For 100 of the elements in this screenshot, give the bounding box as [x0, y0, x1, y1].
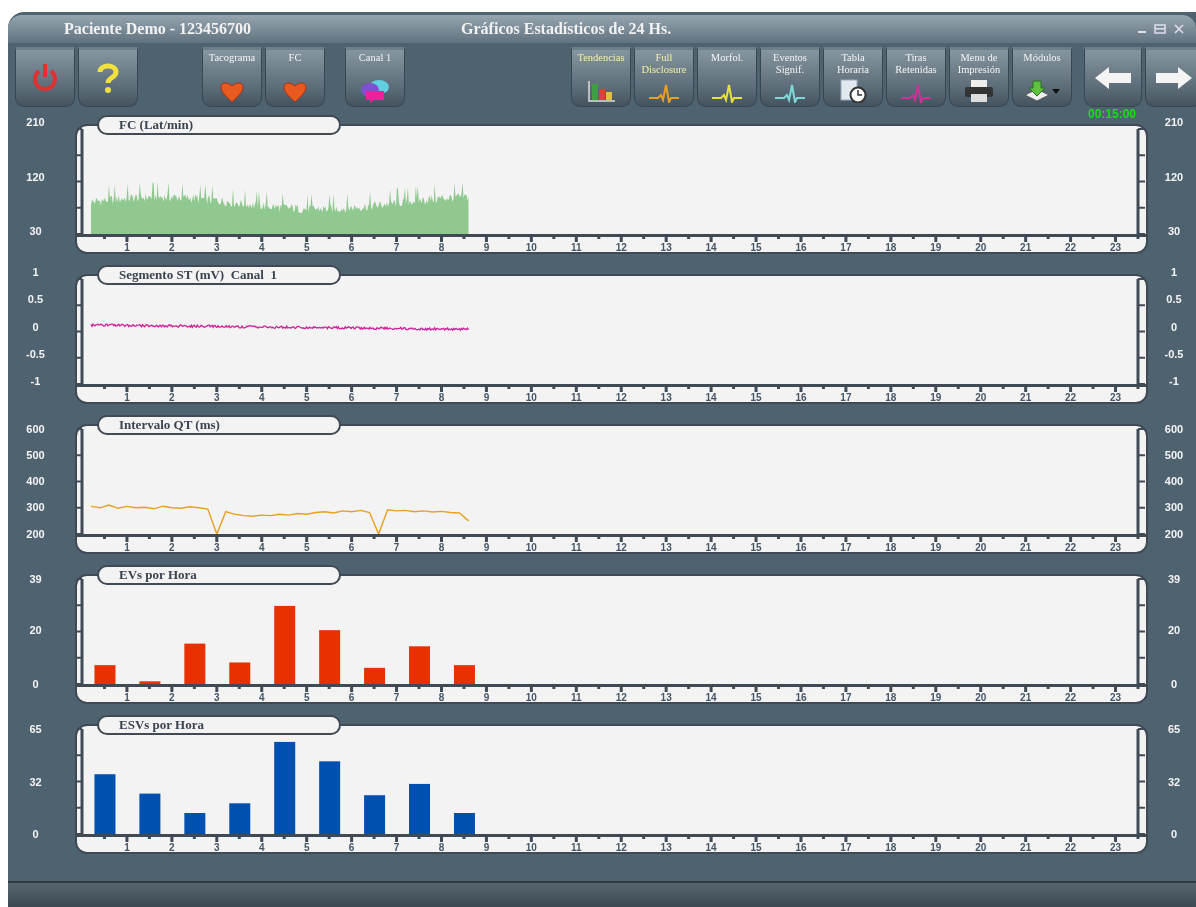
axis-label: 20	[975, 842, 987, 852]
power-button[interactable]	[15, 47, 75, 107]
axis-label: 1	[124, 392, 130, 402]
axis-label: 19	[930, 242, 942, 252]
axis-label: 23	[1109, 692, 1122, 702]
axis-label: 15	[750, 242, 762, 252]
toolbar-button[interactable]: Tiras Retenidas	[886, 47, 946, 107]
axis-label: 0	[31, 677, 40, 691]
axis-label: 17	[840, 542, 852, 552]
axis-label: 18	[885, 392, 897, 402]
axis-label: 16	[795, 392, 807, 402]
axis-label: 1	[32, 266, 39, 279]
axis-label: 600	[25, 422, 46, 436]
axis-label: 5	[303, 242, 310, 252]
axis-label: -0.5	[1164, 347, 1184, 361]
axis-label: 1	[124, 242, 130, 252]
toolbar-button[interactable]: FC	[265, 47, 325, 107]
help-button[interactable]	[78, 47, 138, 107]
axis-label: 200	[25, 527, 46, 541]
axis-label: 6	[348, 392, 355, 402]
axis-label: 9	[483, 542, 490, 552]
axis-label: 0.5	[1166, 293, 1182, 307]
axis-label: 13	[660, 542, 672, 552]
chat-bubbles-icon	[360, 79, 390, 103]
axis-label: 21	[1020, 542, 1032, 552]
axis-label: 13	[660, 392, 672, 402]
axis-label: 5	[303, 392, 310, 402]
axis-label: 3	[214, 692, 220, 702]
axis-label: 19	[930, 842, 942, 852]
axis-label: 14	[705, 842, 717, 852]
axis-label: 9	[483, 242, 490, 252]
toolbar-button[interactable]: Canal 1	[345, 47, 405, 107]
axis-label: 14	[705, 692, 717, 702]
toolbar-button[interactable]: Tabla Horaria	[823, 47, 883, 107]
back-button[interactable]	[1084, 47, 1142, 107]
axis-label: 120	[26, 170, 45, 184]
axis-label: 4	[258, 542, 265, 552]
axis-label: 9	[483, 842, 490, 852]
axis-label: 200	[1163, 527, 1185, 541]
axis-label: 10	[525, 692, 537, 702]
axis-label: 3	[214, 542, 220, 552]
axis-label: 16	[795, 842, 807, 852]
forward-button[interactable]	[1145, 47, 1196, 107]
heart-icon	[283, 81, 307, 103]
toolbar-button[interactable]: Tacograma	[202, 47, 262, 107]
axis-label: 0	[32, 320, 39, 334]
axis-label: 8	[438, 842, 445, 852]
axis-label: 210	[26, 116, 45, 129]
axis-label: 11	[571, 542, 582, 552]
axis-label: 7	[393, 842, 400, 852]
axis-label: 0	[1169, 677, 1179, 691]
axis-label: 10	[525, 242, 537, 252]
axis-label: 5	[303, 542, 310, 552]
chart-title: ESVs por Hora	[97, 715, 341, 735]
axis-label: -1	[1169, 375, 1179, 388]
axis-label: 12	[615, 842, 627, 852]
axis-label: 12	[615, 542, 627, 552]
axis-label: 20	[975, 242, 987, 252]
axis-label: 14	[705, 392, 717, 402]
axis-label: 5	[303, 692, 310, 702]
toolbar-button[interactable]: Menu de Impresión	[949, 47, 1009, 107]
axis-label: 8	[438, 542, 445, 552]
toolbar-button[interactable]: Full Disclosure	[634, 47, 694, 107]
toolbar-button[interactable]: Módulos	[1012, 47, 1072, 107]
axis-label: 7	[393, 392, 400, 402]
axis-label: 0	[1170, 320, 1178, 334]
axis-label: 18	[885, 692, 897, 702]
toolbar-button[interactable]: Tendencias	[571, 47, 631, 107]
axis-label: 18	[885, 842, 897, 852]
axis-label: 1	[1170, 266, 1178, 279]
axis-label: 20	[975, 542, 987, 552]
toolbar-button[interactable]: Morfol.	[697, 47, 757, 107]
book-download-icon	[1023, 79, 1061, 103]
axis-label: 22	[1065, 842, 1077, 852]
axis-label: 4	[258, 692, 265, 702]
power-icon	[30, 62, 60, 93]
axis-label: 21	[1020, 392, 1032, 402]
chart-title: Segmento ST (mV) Canal 1	[97, 265, 341, 285]
window-title: Gráficos Estadísticos de 24 Hs.	[461, 20, 672, 38]
toolbar-button[interactable]: Eventos Signif.	[760, 47, 820, 107]
axis-label: 22	[1065, 392, 1077, 402]
axis-label: 20	[975, 392, 987, 402]
axis-label: 300	[25, 501, 46, 515]
axis-label: 7	[393, 242, 400, 252]
axis-label: 4	[258, 842, 265, 852]
axis-label: 12	[615, 692, 627, 702]
elapsed-time: 00:15:00	[1087, 108, 1136, 121]
axis-label: 22	[1065, 242, 1077, 252]
axis-label: 12	[615, 242, 627, 252]
axis-label: 11	[571, 392, 582, 402]
axis-label: 600	[1163, 422, 1185, 436]
axis-label: 18	[885, 242, 897, 252]
axis-label: 6	[348, 242, 355, 252]
close-icon	[1174, 24, 1184, 34]
axis-label: 17	[840, 692, 852, 702]
axis-label: 23	[1109, 842, 1122, 852]
axis-label: 500	[25, 448, 46, 462]
axis-label: 11	[571, 242, 582, 252]
question-mark-icon	[96, 61, 120, 94]
axis-label: 13	[660, 842, 672, 852]
